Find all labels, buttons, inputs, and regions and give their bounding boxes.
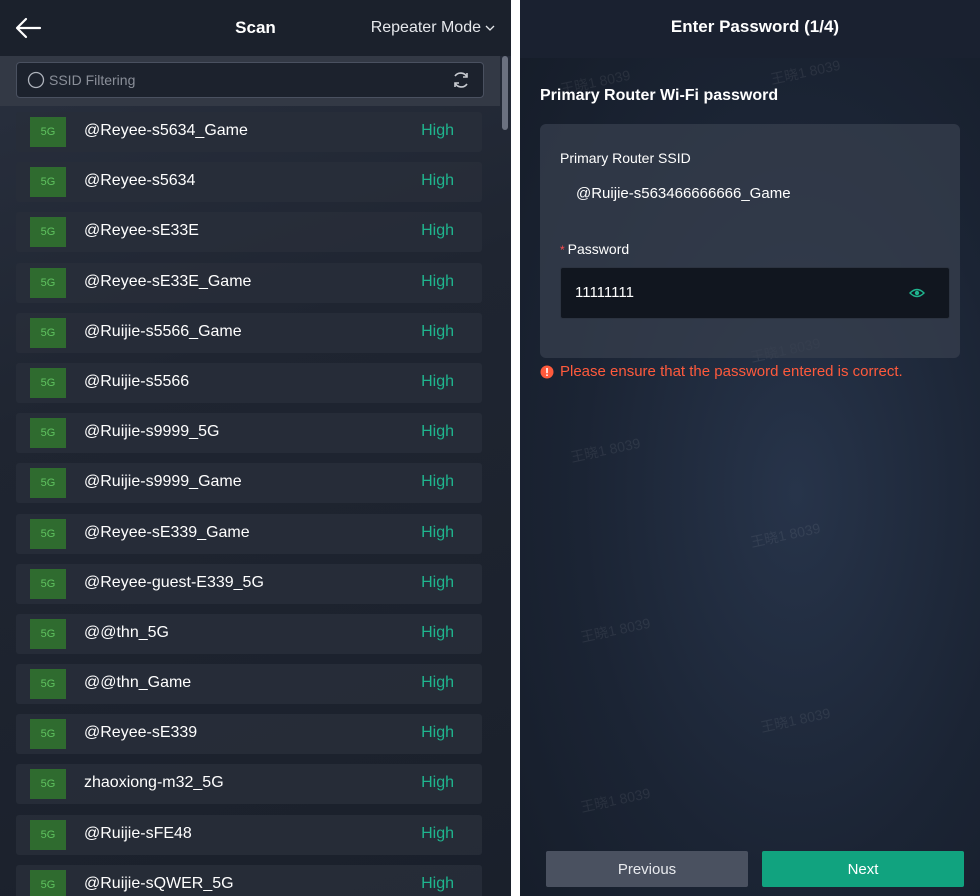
ssid-name: @Ruijie-s5566_Game: [84, 322, 242, 340]
ssid-list-item[interactable]: 5G @Ruijie-sQWER_5G High: [16, 864, 482, 896]
refresh-icon[interactable]: [451, 70, 471, 90]
signal-strength: High: [421, 423, 454, 441]
signal-strength: High: [421, 172, 454, 190]
signal-strength: High: [421, 473, 454, 491]
ssid-name: @Reyee-guest-E339_5G: [84, 573, 264, 591]
error-message: Please ensure that the password entered …: [540, 363, 903, 380]
ssid-list-item[interactable]: 5G zhaoxiong-m32_5G High: [16, 764, 482, 805]
mode-label: Repeater Mode: [370, 19, 481, 36]
watermark: 王晓1 8039: [579, 784, 652, 816]
band-badge: 5G: [30, 267, 66, 298]
ssid-name: @Ruijie-s9999_Game: [84, 473, 242, 491]
watermark: 王晓1 8039: [569, 434, 642, 466]
scan-header: Scan Repeater Mode: [0, 0, 511, 56]
password-input[interactable]: [575, 278, 875, 306]
ssid-list-item[interactable]: 5G @Ruijie-s9999_5G High: [16, 413, 482, 454]
signal-strength: High: [421, 573, 454, 591]
ssid-name: zhaoxiong-m32_5G: [84, 774, 224, 792]
ssid-list-item[interactable]: 5G @Ruijie-sFE48 High: [16, 814, 482, 855]
ssid-list-item[interactable]: 5G @Ruijie-s9999_Game High: [16, 463, 482, 504]
ssid-list-item[interactable]: 5G @Reyee-sE33E High: [16, 212, 482, 253]
ssid-list-item[interactable]: 5G @Reyee-s5634_Game High: [16, 112, 482, 152]
signal-strength: High: [421, 874, 454, 892]
signal-strength: High: [421, 623, 454, 641]
password-label: * Password: [560, 241, 629, 257]
password-label-text: Password: [567, 241, 630, 257]
ssid-name: @Ruijie-s5566: [84, 372, 190, 390]
band-badge: 5G: [30, 117, 66, 147]
password-panel: Enter Password (1/4) 王晓1 8039 王晓1 8039 王…: [520, 0, 980, 896]
signal-strength: High: [421, 674, 454, 692]
ssid-list-item[interactable]: 5G @Reyee-sE33E_Game High: [16, 262, 482, 303]
band-badge: 5G: [30, 769, 66, 800]
signal-strength: High: [421, 523, 454, 541]
signal-strength: High: [421, 322, 454, 340]
ssid-list-item[interactable]: 5G @Reyee-s5634 High: [16, 162, 482, 203]
password-title: Enter Password (1/4): [670, 17, 840, 36]
ssid-name: @@thn_Game: [84, 674, 192, 692]
band-badge: 5G: [30, 618, 66, 649]
previous-button[interactable]: Previous: [546, 851, 748, 887]
signal-strength: High: [421, 372, 454, 390]
signal-strength: High: [421, 824, 454, 842]
ssid-name: @Reyee-s5634_Game: [84, 122, 248, 139]
ssid-name: @Reyee-sE339_Game: [84, 523, 250, 541]
next-button[interactable]: Next: [762, 851, 964, 887]
signal-strength: High: [421, 724, 454, 742]
watermark: 王晓1 8039: [749, 519, 822, 551]
band-badge: 5G: [30, 669, 66, 700]
ssid-value: @Ruijie-s563466666666_Game: [576, 185, 791, 202]
error-icon: [540, 365, 554, 378]
band-badge: 5G: [30, 869, 66, 896]
section-title: Primary Router Wi-Fi password: [540, 87, 779, 104]
signal-strength: High: [421, 122, 454, 139]
watermark: 王晓1 8039: [759, 704, 832, 736]
ssid-label: Primary Router SSID: [560, 150, 691, 166]
scan-panel: Scan Repeater Mode 5G @Reyee-s5634_Game Hi…: [0, 0, 511, 896]
ssid-list-item[interactable]: 5G @Reyee-guest-E339_5G High: [16, 563, 482, 604]
band-badge: 5G: [30, 468, 66, 499]
password-header: Enter Password (1/4): [520, 0, 980, 58]
search-box: [16, 62, 484, 98]
ssid-name: @Reyee-sE339: [84, 724, 198, 742]
ssid-list-item[interactable]: 5G @Ruijie-s5566 High: [16, 362, 482, 403]
ssid-name: @Reyee-s5634: [84, 172, 196, 190]
ssid-list: 5G @Reyee-s5634_Game High 5G @Reyee-s5634 Hig…: [16, 112, 482, 896]
list-scrollbar[interactable]: [502, 56, 508, 130]
ssid-name: @Ruijie-sQWER_5G: [84, 874, 234, 892]
ssid-list-item[interactable]: 5G @Ruijie-s5566_Game High: [16, 312, 482, 353]
band-badge: 5G: [30, 719, 66, 750]
password-field: [560, 267, 950, 319]
ssid-name: @@thn_5G: [84, 623, 169, 641]
signal-strength: High: [421, 774, 454, 792]
search-icon: [27, 71, 45, 89]
signal-strength: High: [421, 222, 454, 240]
password-form-card: Primary Router SSID @Ruijie-s56346666666…: [540, 124, 960, 358]
band-badge: 5G: [30, 217, 66, 248]
band-badge: 5G: [30, 819, 66, 850]
band-badge: 5G: [30, 418, 66, 449]
ssid-name: @Ruijie-s9999_5G: [84, 423, 220, 441]
ssid-list-item[interactable]: 5G @@thn_5G High: [16, 613, 482, 654]
watermark: 王晓1 8039: [769, 56, 842, 88]
ssid-list-item[interactable]: 5G @Reyee-sE339_Game High: [16, 513, 482, 554]
required-mark: *: [560, 243, 565, 257]
error-text: Please ensure that the password entered …: [560, 363, 903, 380]
watermark: 王晓1 8039: [579, 614, 652, 646]
band-badge: 5G: [30, 167, 66, 198]
eye-icon[interactable]: [909, 287, 925, 299]
ssid-filter-input[interactable]: [49, 65, 439, 95]
ssid-name: @Reyee-sE33E_Game: [84, 272, 252, 290]
band-badge: 5G: [30, 568, 66, 599]
ssid-name: @Ruijie-sFE48: [84, 824, 192, 842]
band-badge: 5G: [30, 367, 66, 398]
band-badge: 5G: [30, 518, 66, 549]
ssid-name: @Reyee-sE33E: [84, 222, 199, 240]
chevron-down-icon: [485, 25, 495, 31]
band-badge: 5G: [30, 317, 66, 348]
ssid-list-item[interactable]: 5G @Reyee-sE339 High: [16, 714, 482, 755]
mode-dropdown[interactable]: Repeater Mode: [371, 19, 495, 37]
ssid-list-item[interactable]: 5G @@thn_Game High: [16, 664, 482, 705]
signal-strength: High: [421, 272, 454, 290]
